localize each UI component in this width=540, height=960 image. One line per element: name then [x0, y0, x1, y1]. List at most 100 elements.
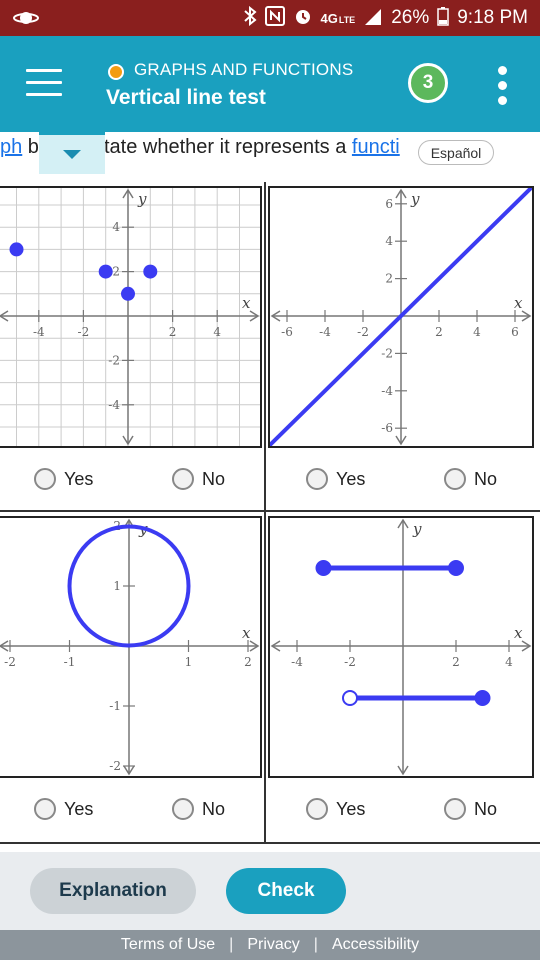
radio-button[interactable]: [34, 468, 56, 490]
grid-divider-vertical: [264, 182, 266, 844]
graph-link[interactable]: ph: [0, 136, 22, 158]
topic-label: GRAPHS AND FUNCTIONS: [134, 60, 354, 79]
no-option-1[interactable]: No: [172, 468, 225, 490]
closed-endpoint: [474, 690, 491, 706]
x-tick-label: 6: [511, 325, 519, 339]
y-tick-label: -2: [109, 759, 121, 773]
accessibility-link[interactable]: Accessibility: [332, 936, 419, 954]
x-axis-label: x: [514, 624, 523, 642]
yes-option-1[interactable]: Yes: [34, 468, 93, 490]
x-axis-label: x: [242, 294, 251, 312]
x-tick-label: -2: [344, 655, 356, 669]
x-tick-label: -2: [357, 325, 369, 339]
radio-button[interactable]: [444, 468, 466, 490]
instruction-lead: ph b: [0, 136, 39, 158]
y-axis-label: y: [137, 190, 147, 208]
answer-row-2: Yes No: [266, 452, 540, 510]
app-header: GRAPHS AND FUNCTIONS Vertical line test …: [0, 36, 540, 132]
yes-option-2[interactable]: Yes: [306, 468, 365, 490]
y-axis-label: y: [412, 520, 422, 538]
x-tick-label: 2: [169, 325, 177, 339]
instruction-text: tate whether it represents a functi: [104, 136, 400, 158]
x-tick-label: 2: [452, 655, 460, 669]
x-tick-label: 4: [473, 325, 481, 339]
x-tick-label: 2: [244, 655, 252, 669]
answer-row-3: Yes No: [0, 782, 264, 840]
graph-1: x y -4 -2 2 4 4 2 -2 -4: [0, 186, 262, 448]
radio-button[interactable]: [306, 798, 328, 820]
y-tick-label: -4: [108, 398, 120, 412]
y-tick-label: -4: [381, 384, 393, 398]
more-options-icon[interactable]: [494, 66, 510, 106]
answer-row-4: Yes No: [266, 782, 540, 840]
yes-option-3[interactable]: Yes: [34, 798, 93, 820]
no-option-2[interactable]: No: [444, 468, 497, 490]
graph-4: x y -4 -2 2 4: [268, 516, 534, 778]
radio-button[interactable]: [444, 798, 466, 820]
y-tick-label: 1: [113, 579, 121, 593]
x-tick-label: -2: [78, 325, 90, 339]
y-tick-label: -2: [381, 346, 393, 360]
footer-separator: |: [229, 936, 234, 953]
score-badge[interactable]: 3: [408, 63, 448, 103]
x-tick-label: 4: [213, 325, 221, 339]
battery-level: 26%: [391, 7, 430, 28]
language-button[interactable]: Español: [418, 140, 494, 165]
x-axis-label: x: [242, 624, 251, 642]
graph-3: x y -2 -1 1 2 2 1 -1 -2: [0, 516, 262, 778]
topic-status-dot: [108, 64, 124, 80]
instruction-expand-toggle[interactable]: [39, 132, 105, 174]
yes-option-4[interactable]: Yes: [306, 798, 365, 820]
radio-button[interactable]: [34, 798, 56, 820]
x-tick-label: -2: [4, 655, 16, 669]
closed-endpoint: [315, 560, 332, 576]
bluetooth-icon: [243, 5, 257, 31]
menu-icon[interactable]: [26, 69, 62, 97]
footer-separator: |: [313, 936, 318, 953]
footer-links: Terms of Use | Privacy | Accessibility: [0, 930, 540, 960]
x-axis-label: x: [514, 294, 523, 312]
x-tick-label: 2: [435, 325, 443, 339]
y-tick-label: 2: [112, 265, 120, 279]
x-tick-label: 4: [505, 655, 513, 669]
radio-button[interactable]: [172, 468, 194, 490]
radio-button[interactable]: [172, 798, 194, 820]
y-tick-label: -2: [108, 353, 120, 367]
y-tick-label: 4: [385, 234, 393, 248]
data-point: [121, 286, 135, 301]
radio-button[interactable]: [306, 468, 328, 490]
y-tick-label: 4: [112, 220, 120, 234]
grid-divider-bottom: [0, 842, 540, 844]
y-tick-label: 2: [385, 272, 393, 286]
signal-icon: [363, 7, 383, 30]
saturn-notification-icon: [12, 8, 40, 28]
function-link[interactable]: functi: [352, 136, 400, 158]
y-tick-label: 6: [385, 197, 393, 211]
y-tick-label: -6: [381, 421, 393, 435]
clock: 9:18 PM: [457, 7, 528, 28]
no-option-3[interactable]: No: [172, 798, 225, 820]
page-title: Vertical line test: [106, 86, 266, 109]
chevron-down-icon: [63, 150, 81, 159]
terms-link[interactable]: Terms of Use: [121, 936, 215, 954]
privacy-link[interactable]: Privacy: [247, 936, 299, 954]
network-type: 4GLTE: [320, 10, 356, 26]
x-tick-label: -1: [64, 655, 76, 669]
battery-icon: [437, 6, 449, 31]
no-option-4[interactable]: No: [444, 798, 497, 820]
alarm-icon: [293, 6, 313, 31]
action-bar: Explanation Check: [0, 852, 540, 930]
open-endpoint: [342, 690, 358, 706]
grid-divider-horizontal: [0, 510, 540, 512]
y-tick-label: -1: [109, 699, 121, 713]
closed-endpoint: [448, 560, 464, 576]
nfc-icon: [264, 5, 285, 31]
x-tick-label: -4: [319, 325, 331, 339]
explanation-button[interactable]: Explanation: [30, 868, 196, 914]
data-point: [9, 242, 24, 257]
answer-row-1: Yes No: [0, 452, 264, 510]
status-bar: 4GLTE 26% 9:18 PM: [0, 0, 540, 36]
data-point: [98, 264, 113, 279]
x-tick-label: -6: [281, 325, 293, 339]
check-button[interactable]: Check: [226, 868, 346, 914]
